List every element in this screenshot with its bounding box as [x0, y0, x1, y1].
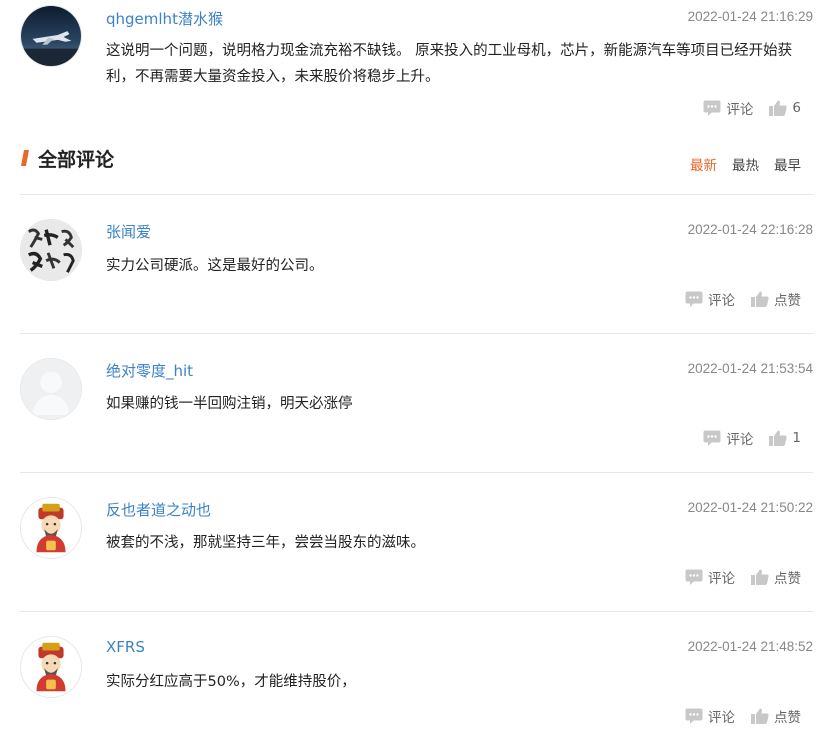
comment-bubble-icon: [685, 569, 703, 585]
reply-button[interactable]: 评论: [685, 289, 735, 309]
comment-text: 实力公司硬派。这是最好的公司。: [106, 258, 324, 274]
user-avatar[interactable]: [20, 497, 82, 559]
like-label: 点赞: [774, 710, 801, 726]
comment-bubble-icon: [703, 430, 721, 446]
comment-actions: 评论 1: [703, 428, 801, 448]
comment-time: 2022-01-24 21:50:22: [687, 500, 813, 515]
user-avatar[interactable]: [20, 358, 82, 420]
comment-item: XFRS 2022-01-24 21:48:52 实际分红应高于50%，才能维持…: [0, 612, 831, 731]
calligraphy-avatar-icon: [21, 220, 81, 280]
reply-label: 评论: [708, 571, 735, 587]
comment-text: 这说明一个问题，说明格力现金流充裕不缺钱。 原来投入的工业母机，芯片，新能源汽车…: [106, 43, 793, 85]
like-button[interactable]: 1: [769, 430, 801, 446]
user-avatar[interactable]: [20, 5, 82, 67]
comment-text: 实际分红应高于50%，才能维持股价，: [106, 674, 356, 690]
comment-item: 反也者道之动也 2022-01-24 21:50:22 被套的不浅，那就坚持三年…: [0, 473, 831, 612]
comment-bubble-icon: [703, 100, 721, 116]
reply-button[interactable]: 评论: [703, 428, 753, 448]
sort-tabs: 最新 最热 最早: [690, 154, 801, 174]
reply-label: 评论: [708, 293, 735, 309]
username-link[interactable]: XFRS: [106, 638, 145, 656]
comment-bubble-icon: [685, 708, 703, 724]
reply-button[interactable]: 评论: [703, 98, 753, 118]
comment-actions: 评论 点赞: [685, 567, 801, 587]
fortune-god-avatar-icon: [21, 637, 81, 697]
username-link[interactable]: 绝对零度_hit: [106, 360, 193, 381]
default-user-icon: [21, 359, 81, 419]
comment-time: 2022-01-24 21:16:29: [687, 9, 813, 24]
thumbs-up-icon: [769, 100, 788, 116]
sort-hottest[interactable]: 最热: [732, 154, 759, 174]
comment-text: 被套的不浅，那就坚持三年，尝尝当股东的滋味。: [106, 535, 425, 551]
jet-photo-icon: [21, 6, 81, 66]
like-button[interactable]: 点赞: [751, 706, 801, 726]
reply-button[interactable]: 评论: [685, 706, 735, 726]
comment-item: 绝对零度_hit 2022-01-24 21:53:54 如果赚的钱一半回购注销…: [0, 334, 831, 473]
like-label: 点赞: [774, 571, 801, 587]
top-comment: qhgemlht潜水猴 2022-01-24 21:16:29 这说明一个问题，…: [0, 0, 831, 130]
reply-label: 评论: [726, 102, 754, 118]
reply-label: 评论: [708, 710, 735, 726]
username-link[interactable]: qhgemlht潜水猴: [106, 8, 223, 29]
comment-actions: 评论 点赞: [685, 289, 801, 309]
thumbs-up-icon: [769, 430, 788, 446]
thumbs-up-icon: [751, 569, 769, 585]
comment-time: 2022-01-24 22:16:28: [687, 222, 813, 237]
user-avatar[interactable]: [20, 219, 82, 281]
reply-label: 评论: [726, 432, 754, 448]
reply-button[interactable]: 评论: [685, 567, 735, 587]
thumbs-up-icon: [751, 291, 769, 307]
user-avatar[interactable]: [20, 636, 82, 698]
comment-text: 如果赚的钱一半回购注销，明天必涨停: [106, 396, 353, 412]
like-button[interactable]: 6: [769, 100, 801, 116]
comment-time: 2022-01-24 21:48:52: [687, 639, 813, 654]
section-header: 全部评论 最新 最热 最早: [0, 140, 831, 180]
comment-bubble-icon: [685, 291, 703, 307]
username-link[interactable]: 张闻爱: [106, 221, 151, 242]
fortune-god-avatar-icon: [21, 498, 81, 558]
like-button[interactable]: 点赞: [751, 289, 801, 309]
like-label: 点赞: [774, 293, 801, 309]
like-button[interactable]: 点赞: [751, 567, 801, 587]
comment-item: 张闻爱 2022-01-24 22:16:28 实力公司硬派。这是最好的公司。 …: [0, 195, 831, 334]
like-count: 6: [792, 100, 801, 116]
username-link[interactable]: 反也者道之动也: [106, 499, 211, 520]
sort-newest[interactable]: 最新: [690, 154, 717, 174]
section-marker-icon: [21, 150, 29, 166]
section-title: 全部评论: [38, 149, 115, 171]
comment-actions: 评论 6: [703, 98, 801, 118]
thumbs-up-icon: [751, 708, 769, 724]
comment-actions: 评论 点赞: [685, 706, 801, 726]
like-count: 1: [792, 430, 801, 446]
sort-oldest[interactable]: 最早: [774, 154, 801, 174]
comment-time: 2022-01-24 21:53:54: [687, 361, 813, 376]
